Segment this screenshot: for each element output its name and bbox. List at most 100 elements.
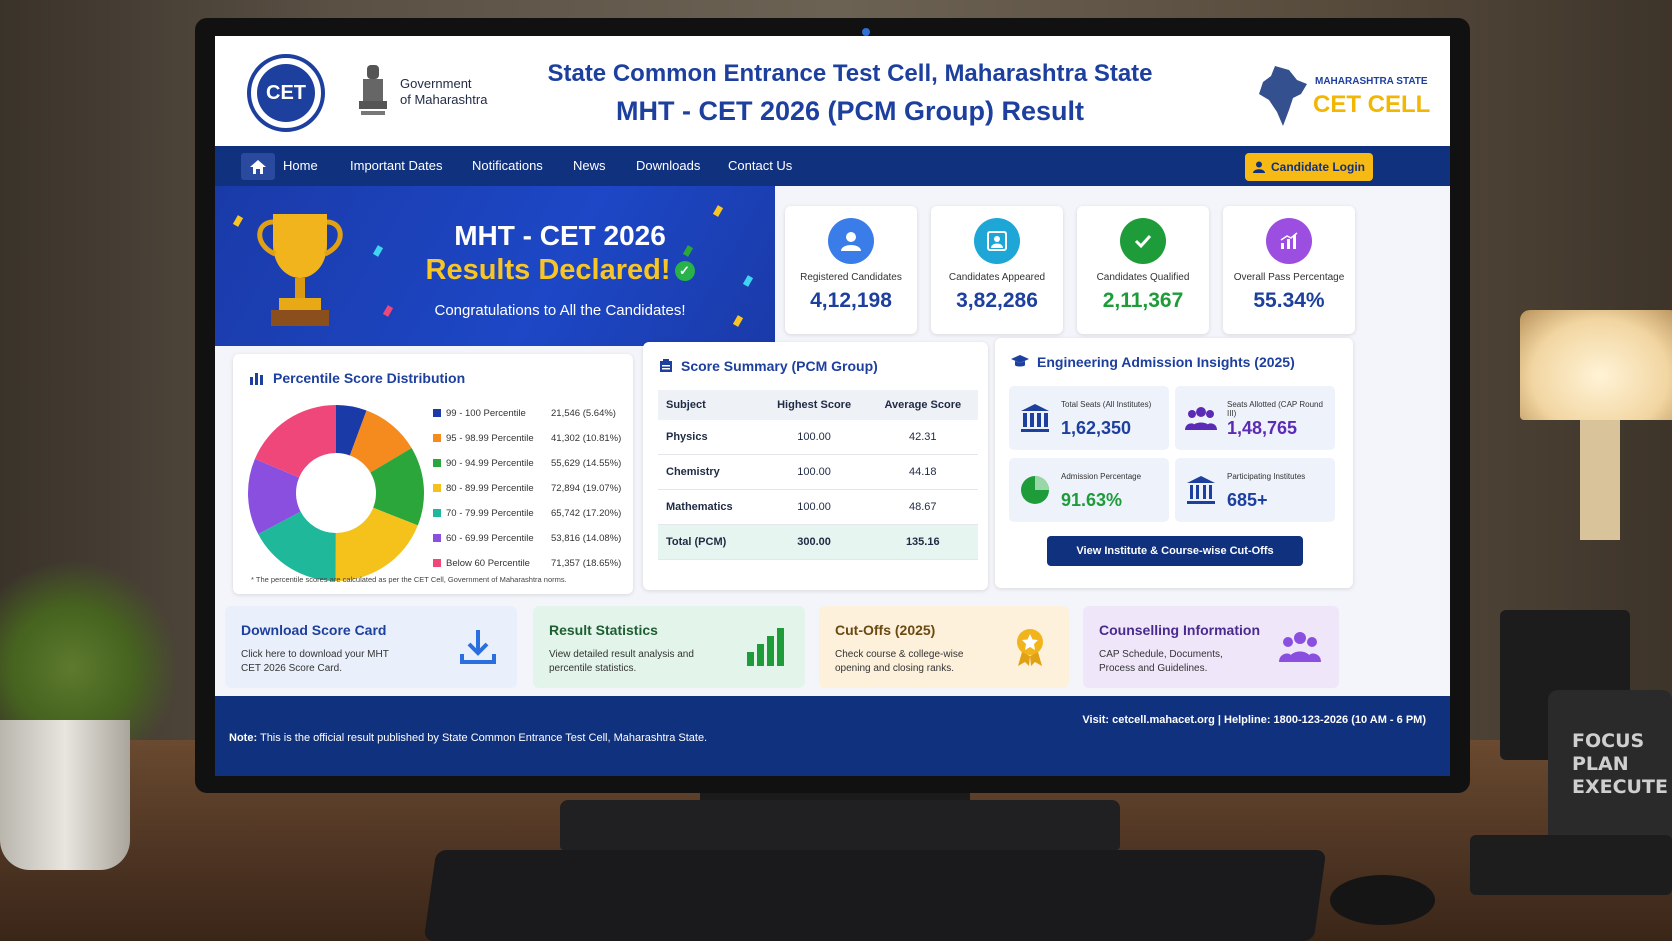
stat-appeared: Candidates Appeared 3,82,286 <box>931 206 1063 334</box>
nav-news[interactable]: News <box>573 158 606 173</box>
legend-value: 55,629 (14.55%) <box>551 458 622 469</box>
insight-admission-percentage: Admission Percentage 91.63% <box>1009 458 1169 522</box>
insight-label: Seats Allotted (CAP Round III) <box>1227 400 1323 418</box>
score-summary-title-text: Score Summary (PCM Group) <box>681 358 878 374</box>
plant-leaves <box>0 560 180 740</box>
check-icon <box>1120 218 1166 264</box>
chart-icon <box>1266 218 1312 264</box>
appeared-icon <box>974 218 1020 264</box>
bottom-card-desc: Click here to download your MHT CET 2026… <box>241 649 389 674</box>
table-cell: 300.00 <box>760 524 868 560</box>
cet-cell-logo-small: MAHARASHTRA STATE <box>1315 76 1428 87</box>
bottom-card-title: Cut-Offs (2025) <box>835 622 936 638</box>
users-icon <box>1185 407 1217 430</box>
monitor-stand-foot <box>560 800 1120 850</box>
percentile-donut-chart <box>248 405 424 581</box>
table-row: Mathematics 100.00 48.67 <box>658 489 978 525</box>
legend-label: 70 - 79.99 Percentile <box>446 508 534 519</box>
nav-downloads[interactable]: Downloads <box>636 158 700 173</box>
cet-logo[interactable]: CET <box>247 54 325 132</box>
bottom-card-desc: CAP Schedule, Documents, Process and Gui… <box>1099 649 1223 674</box>
result-banner: MHT - CET 2026 Results Declared! ✓ Congra… <box>215 186 775 346</box>
stat-qualified: Candidates Qualified 2,11,367 <box>1077 206 1209 334</box>
banner-title: MHT - CET 2026 <box>454 220 666 251</box>
legend-item: 70 - 79.99 Percentile 65,742 (17.20%) <box>433 508 633 519</box>
legend-item: 80 - 89.99 Percentile 72,894 (19.07%) <box>433 483 633 494</box>
stat-label: Candidates Qualified <box>1096 272 1190 283</box>
insight-participating-institutes: Participating Institutes 685+ <box>1175 458 1335 522</box>
insight-label: Admission Percentage <box>1061 472 1142 481</box>
table-cell: 48.67 <box>867 489 978 525</box>
percentile-panel: Percentile Score Distribution 99 - 100 P… <box>233 354 633 594</box>
main-nav: Home Important Dates Notifications News … <box>215 146 1450 186</box>
clipboard-icon <box>660 359 672 372</box>
table-cell: 100.00 <box>760 420 868 455</box>
home-icon[interactable] <box>241 153 275 180</box>
stat-label: Candidates Appeared <box>948 272 1046 283</box>
legend-swatch <box>433 459 441 468</box>
legend-value: 71,357 (18.65%) <box>551 558 622 569</box>
table-cell: 42.31 <box>867 420 978 455</box>
award-icon <box>1017 629 1043 666</box>
counselling-card[interactable]: Counselling Information CAP Schedule, Do… <box>1083 606 1339 688</box>
notebook <box>1470 835 1672 895</box>
emblem-icon <box>359 65 387 115</box>
stat-registered: Registered Candidates 4,12,198 <box>785 206 917 334</box>
table-cell: Chemistry <box>658 454 761 490</box>
cutoffs-card[interactable]: Cut-Offs (2025) Check course & college-w… <box>819 606 1069 688</box>
footer-visit: Visit: cetcell.mahacet.org | Helpline: 1… <box>1082 714 1426 726</box>
legend-item: 60 - 69.99 Percentile 53,816 (14.08%) <box>433 533 633 544</box>
insight-value: 1,62,350 <box>1061 418 1132 438</box>
stat-value: 3,82,286 <box>956 289 1038 312</box>
view-cutoffs-button[interactable]: View Institute & Course-wise Cut-Offs <box>1047 536 1303 566</box>
legend-swatch <box>433 484 441 493</box>
keyboard <box>423 850 1327 941</box>
table-cell: 44.18 <box>867 454 978 490</box>
legend-label: 90 - 94.99 Percentile <box>446 458 534 469</box>
candidate-login-label: Candidate Login <box>1271 160 1365 174</box>
nav-important-dates[interactable]: Important Dates <box>350 158 443 173</box>
legend-swatch <box>433 434 441 443</box>
site-title: State Common Entrance Test Cell, Maharas… <box>547 60 1153 87</box>
table-header: Highest Score <box>760 390 868 420</box>
confetti <box>732 315 744 327</box>
institute-icon <box>1187 476 1215 504</box>
result-statistics-card[interactable]: Result Statistics View detailed result a… <box>533 606 805 688</box>
group-icon <box>1279 632 1321 662</box>
table-row-total: Total (PCM) 300.00 135.16 <box>658 524 978 560</box>
table-row: Chemistry 100.00 44.18 <box>658 454 978 490</box>
bottom-card-title: Result Statistics <box>549 622 658 638</box>
india-map-icon <box>1259 66 1307 126</box>
candidate-login-button[interactable]: Candidate Login <box>1245 153 1373 181</box>
table-header: Subject <box>658 390 761 420</box>
stat-value: 4,12,198 <box>810 289 892 312</box>
nav-home[interactable]: Home <box>283 158 318 173</box>
table-row: Physics 100.00 42.31 <box>658 420 978 455</box>
confetti <box>712 205 724 217</box>
lamp-shade <box>1520 310 1672 420</box>
confetti <box>742 275 754 287</box>
legend-label: 99 - 100 Percentile <box>446 408 526 419</box>
table-cell: Total (PCM) <box>658 524 761 560</box>
score-summary-title: Score Summary (PCM Group) <box>659 358 878 374</box>
download-icon <box>460 630 496 664</box>
nav-contact-us[interactable]: Contact Us <box>728 158 792 173</box>
legend-value: 53,816 (14.08%) <box>551 533 622 544</box>
nav-notifications[interactable]: Notifications <box>472 158 543 173</box>
legend-swatch <box>433 409 441 418</box>
pie-chart-icon <box>1021 476 1049 504</box>
mouse <box>1330 875 1435 925</box>
user-icon <box>828 218 874 264</box>
legend-item: Below 60 Percentile 71,357 (18.65%) <box>433 558 633 569</box>
footer-note-label: Note: <box>229 732 258 744</box>
banner-subtitle-text: Results Declared! <box>425 254 671 286</box>
bottom-card-title: Counselling Information <box>1099 622 1260 638</box>
cet-logo-text: CET <box>257 64 315 122</box>
table-cell: Mathematics <box>658 489 761 525</box>
check-icon: ✓ <box>674 261 695 282</box>
download-score-card[interactable]: Download Score Card Click here to downlo… <box>225 606 517 688</box>
bottom-card-desc: Check course & college-wise opening and … <box>835 649 964 674</box>
lamp-base <box>1580 420 1620 540</box>
legend-value: 21,546 (5.64%) <box>551 408 616 419</box>
screen: CET Government of Maharashtra State Comm… <box>215 36 1450 776</box>
